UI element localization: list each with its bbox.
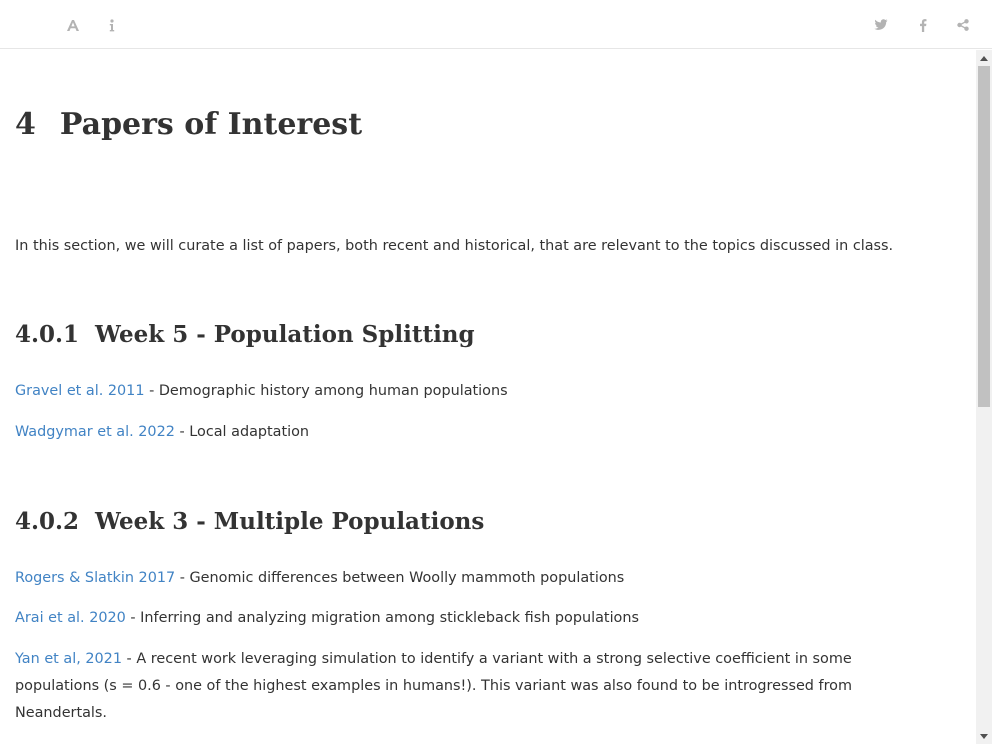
arrow-up-icon	[980, 55, 988, 61]
paper-description: - Local adaptation	[174, 424, 310, 440]
section-number: 4.0.2	[15, 508, 80, 535]
twitter-share-button[interactable]	[870, 14, 892, 36]
twitter-icon	[874, 19, 888, 30]
scrollbar-thumb[interactable]	[978, 66, 990, 407]
paper-entry: Wadgymar et al. 2022 - Local adaptation	[15, 419, 895, 446]
paper-description: - Demographic history among human popula…	[144, 383, 508, 399]
font-icon	[67, 19, 79, 31]
paper-link[interactable]: Rogers & Slatkin 2017	[15, 570, 175, 586]
chapter-number: 4	[15, 107, 36, 142]
section-heading: 4.0.1 Week 5 - Population Splitting	[15, 319, 475, 351]
section-title: Week 3 - Multiple Populations	[95, 508, 485, 535]
info-button[interactable]	[101, 14, 123, 36]
section-number: 4.0.1	[15, 321, 80, 348]
arrow-down-icon	[980, 733, 988, 739]
paper-link[interactable]: Yan et al, 2021	[15, 651, 122, 667]
paper-entry: Arai et al. 2020 - Inferring and analyzi…	[15, 605, 895, 632]
scroll-up-button[interactable]	[976, 51, 992, 65]
paper-link[interactable]: Gravel et al. 2011	[15, 383, 145, 399]
paper-description: - A recent work leveraging simulation to…	[15, 651, 853, 721]
scroll-down-button[interactable]	[976, 729, 992, 743]
facebook-icon	[920, 18, 927, 32]
info-icon	[109, 18, 115, 31]
paper-description: - Genomic differences between Woolly mam…	[175, 570, 625, 586]
paper-entry: Yan et al, 2021 - A recent work leveragi…	[15, 646, 895, 727]
book-header-toolbar	[0, 0, 992, 49]
paper-entry: Rogers & Slatkin 2017 - Genomic differen…	[15, 565, 895, 592]
share-icon	[957, 19, 969, 31]
chapter-heading: 4 Papers of Interest	[15, 104, 362, 146]
chapter-title: Papers of Interest	[59, 107, 363, 142]
paper-entry: Gravel et al. 2011 - Demographic history…	[15, 378, 895, 405]
section-heading: 4.0.2 Week 3 - Multiple Populations	[15, 506, 484, 538]
paper-link[interactable]: Arai et al. 2020	[15, 610, 126, 626]
chapter-intro: In this section, we will curate a list o…	[15, 238, 894, 254]
facebook-share-button[interactable]	[912, 14, 934, 36]
vertical-scrollbar[interactable]	[976, 50, 992, 744]
share-button[interactable]	[952, 14, 974, 36]
section-title: Week 5 - Population Splitting	[95, 321, 475, 348]
font-settings-button[interactable]	[62, 14, 84, 36]
paper-description: - Inferring and analyzing migration amon…	[125, 610, 639, 626]
paper-link[interactable]: Wadgymar et al. 2022	[15, 424, 175, 440]
